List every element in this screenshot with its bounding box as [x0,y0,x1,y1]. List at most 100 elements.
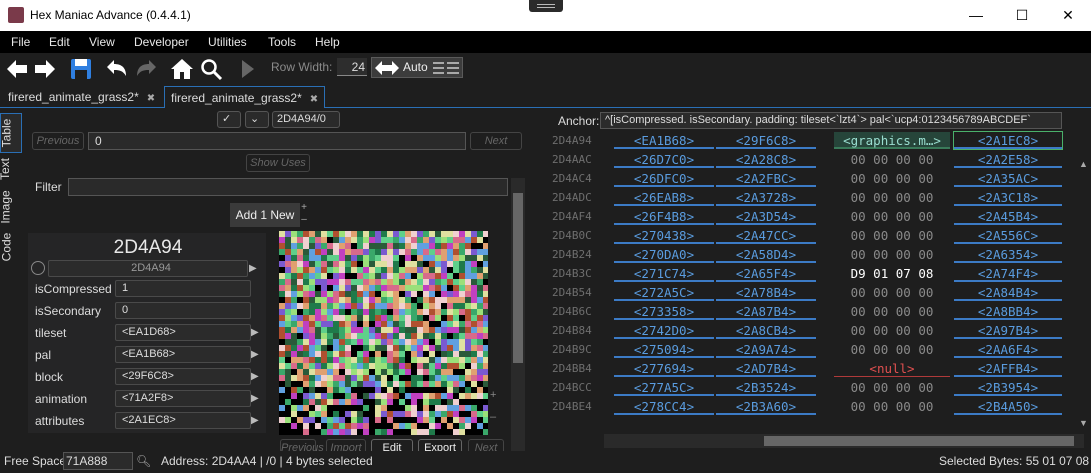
hex-cell[interactable]: <26DFC0> [614,170,714,187]
side-tab-table[interactable]: Table [0,113,22,153]
field-value[interactable]: <71A2F8> [115,390,251,407]
save-icon[interactable] [68,56,94,82]
address-chip[interactable]: 2D4A94/0 [272,111,340,128]
field-value[interactable]: 0 [115,302,251,319]
hex-cell[interactable]: 00 00 00 00 [834,284,950,301]
field-value[interactable]: 1 [115,280,251,297]
index-field[interactable]: 0 [88,132,466,150]
menu-edit[interactable]: Edit [49,35,70,49]
auto-button[interactable]: Auto [403,60,428,74]
goto-arrow-icon[interactable]: ▶ [251,413,261,428]
layout-grid-icon[interactable] [432,61,460,75]
menu-file[interactable]: File [11,35,30,49]
home-icon[interactable] [169,56,195,82]
chevron-down-icon[interactable]: ⌄ [245,111,269,128]
next-button[interactable]: Next [470,132,522,150]
check-icon[interactable]: ✓ [217,111,241,128]
menu-tools[interactable]: Tools [268,35,296,49]
run-icon[interactable] [234,56,260,82]
expand-width-icon[interactable] [374,59,400,77]
goto-arrow-icon[interactable]: ▶ [251,369,261,384]
undo-icon[interactable] [104,56,130,82]
hex-cell[interactable]: <2A87B4> [716,303,816,320]
anchor-input[interactable]: ^[isCompressed. isSecondary. padding: ti… [600,112,1062,129]
hex-cell[interactable]: <2AA6F4> [954,341,1062,358]
hex-cell[interactable]: <2A65F4> [716,265,816,282]
hex-cell[interactable]: <2A8BB4> [954,303,1062,320]
menu-view[interactable]: View [89,35,115,49]
hex-cell[interactable]: 00 00 00 00 [834,170,950,187]
tab-file-1[interactable]: firered_animate_grass2* ✖ [2,86,161,108]
radio-icon[interactable] [31,261,45,275]
hex-horizontal-scrollbar[interactable] [604,434,1084,448]
hex-cell[interactable]: <2A45B4> [954,208,1062,225]
hex-cell[interactable]: <2A97B4> [954,322,1062,339]
hex-cell[interactable]: 00 00 00 00 [834,322,950,339]
goto-arrow-icon[interactable]: ▶ [251,325,261,340]
hex-cell[interactable]: 00 00 00 00 [834,151,950,168]
hex-cell[interactable]: <2AD7B4> [716,360,816,377]
hex-cell[interactable]: 00 00 00 00 [834,227,950,244]
menu-help[interactable]: Help [315,35,340,49]
forward-icon[interactable] [32,56,58,82]
hex-cell[interactable]: 00 00 00 00 [834,303,950,320]
hex-cell[interactable]: 00 00 00 00 [834,398,950,415]
hex-cell[interactable]: 00 00 00 00 [834,379,950,396]
hex-cell[interactable]: 00 00 00 00 [834,341,950,358]
menu-utilities[interactable]: Utilities [208,35,247,49]
hex-cell[interactable]: 00 00 00 00 [834,208,950,225]
hex-cell[interactable]: 00 00 00 00 [834,246,950,263]
hex-cell[interactable]: <2A1EC8> [953,131,1063,150]
hex-cell[interactable]: <2A3C18> [954,189,1062,206]
hex-cell[interactable]: <2A47CC> [716,227,816,244]
hex-cell[interactable]: <275094> [614,341,714,358]
menu-developer[interactable]: Developer [134,35,189,49]
back-icon[interactable] [4,56,30,82]
search-free-space-icon[interactable]: 🔍︎ [136,454,151,468]
hex-cell[interactable]: 00 00 00 00 [834,189,950,206]
hex-cell[interactable]: <26D7C0> [614,151,714,168]
zoom-in-icon[interactable]: + [490,389,502,401]
row-width-input[interactable]: 24 [337,58,367,76]
hex-cell[interactable]: <2A78B4> [716,284,816,301]
hex-cell[interactable]: <2AFFB4> [954,360,1062,377]
hex-cell[interactable]: <270438> [614,227,714,244]
goto-arrow-icon[interactable]: ▶ [251,347,261,362]
maximize-button[interactable]: ☐ [999,0,1045,31]
show-uses-button[interactable]: Show Uses [246,154,310,172]
close-button[interactable]: ✕ [1045,0,1091,31]
previous-button[interactable]: Previous [32,132,84,150]
add-count-stepper[interactable]: + – [299,202,309,228]
hex-cell[interactable]: <26F4B8> [614,208,714,225]
hex-cell[interactable]: <2A74F4> [954,265,1062,282]
hex-cell[interactable]: <26EAB8> [614,189,714,206]
side-tab-image[interactable]: Image [0,189,22,225]
side-tab-text[interactable]: Text [0,155,22,183]
field-value[interactable]: <29F6C8> [115,368,251,385]
hex-cell[interactable]: <2B4A50> [954,398,1062,415]
tab-close-icon[interactable]: ✖ [310,94,318,105]
hex-cell[interactable]: <2A6354> [954,246,1062,263]
tab-file-2[interactable]: firered_animate_grass2* ✖ [164,86,326,108]
hex-cell[interactable]: <271C74> [614,265,714,282]
hex-cell[interactable]: <29F6C8> [716,132,816,149]
field-value[interactable]: <2A1EC8> [115,412,251,429]
goto-arrow-icon[interactable]: ▶ [249,261,259,276]
hex-cell[interactable]: <2A58D4> [716,246,816,263]
redo-icon[interactable] [133,56,159,82]
hex-cell[interactable]: <272A5C> [614,284,714,301]
hex-cell[interactable]: <2A2FBC> [716,170,816,187]
hex-cell[interactable]: <277694> [614,360,714,377]
hex-cell[interactable]: <2B3954> [954,379,1062,396]
hex-cell[interactable]: <2A3D54> [716,208,816,225]
add-new-button[interactable]: Add 1 New [230,203,300,227]
filter-input[interactable] [68,178,508,196]
field-value[interactable]: <EA1D68> [115,324,251,341]
hex-cell[interactable]: <null> [834,360,950,377]
hex-cell[interactable]: <2742D0> [614,322,714,339]
hex-cell[interactable]: <278CC4> [614,398,714,415]
hex-cell[interactable]: <2A556C> [954,227,1062,244]
hex-cell[interactable]: <2A3728> [716,189,816,206]
zoom-out-icon[interactable]: – [490,411,502,423]
hex-cell[interactable]: <EA1B68> [614,132,714,149]
